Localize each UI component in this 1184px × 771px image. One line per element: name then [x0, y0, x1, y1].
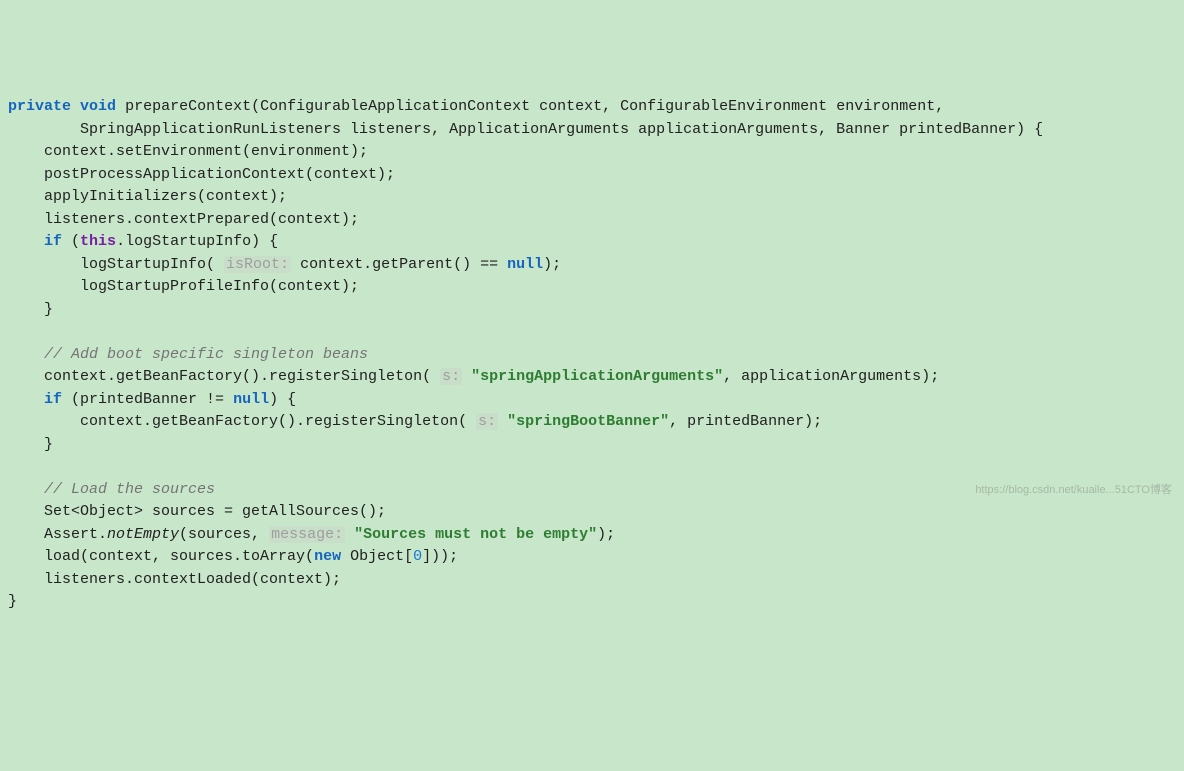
keyword-if: if [44, 391, 62, 408]
comment: // Add boot specific singleton beans [8, 346, 368, 363]
param-hint-isroot: isRoot: [224, 256, 291, 273]
final-brace: } [8, 593, 17, 610]
string-literal: "springBootBanner" [507, 413, 669, 430]
watermark: https://blog.csdn.net/kuaile...51CTO博客 [975, 482, 1172, 499]
number-literal: 0 [413, 548, 422, 565]
code-block: private void prepareContext(Configurable… [8, 96, 1176, 614]
keyword-null: null [507, 256, 543, 273]
code-line: Set<Object> sources = getAllSources(); [8, 503, 386, 520]
keyword-if: if [44, 233, 62, 250]
param-hint-message: message: [269, 526, 345, 543]
keyword-private: private [8, 98, 71, 115]
method-name: prepareContext [125, 98, 251, 115]
code-line: applyInitializers(context); [8, 188, 287, 205]
code-line: postProcessApplicationContext(context); [8, 166, 395, 183]
brace-close: } [8, 301, 53, 318]
signature-line2: SpringApplicationRunListeners listeners,… [8, 121, 1043, 138]
code-line: listeners.contextPrepared(context); [8, 211, 359, 228]
param-hint-s: s: [440, 368, 462, 385]
param-hint-s: s: [476, 413, 498, 430]
string-literal: "springApplicationArguments" [471, 368, 723, 385]
code-line: logStartupProfileInfo(context); [8, 278, 359, 295]
static-method: notEmpty [107, 526, 179, 543]
code-line: listeners.contextLoaded(context); [8, 571, 341, 588]
keyword-this: this [80, 233, 116, 250]
brace-close: } [8, 436, 53, 453]
keyword-void: void [80, 98, 116, 115]
code-line: context.setEnvironment(environment); [8, 143, 368, 160]
string-literal: "Sources must not be empty" [354, 526, 597, 543]
comment: // Load the sources [8, 481, 215, 498]
signature-line1: (ConfigurableApplicationContext context,… [251, 98, 944, 115]
keyword-null: null [233, 391, 269, 408]
keyword-new: new [314, 548, 341, 565]
